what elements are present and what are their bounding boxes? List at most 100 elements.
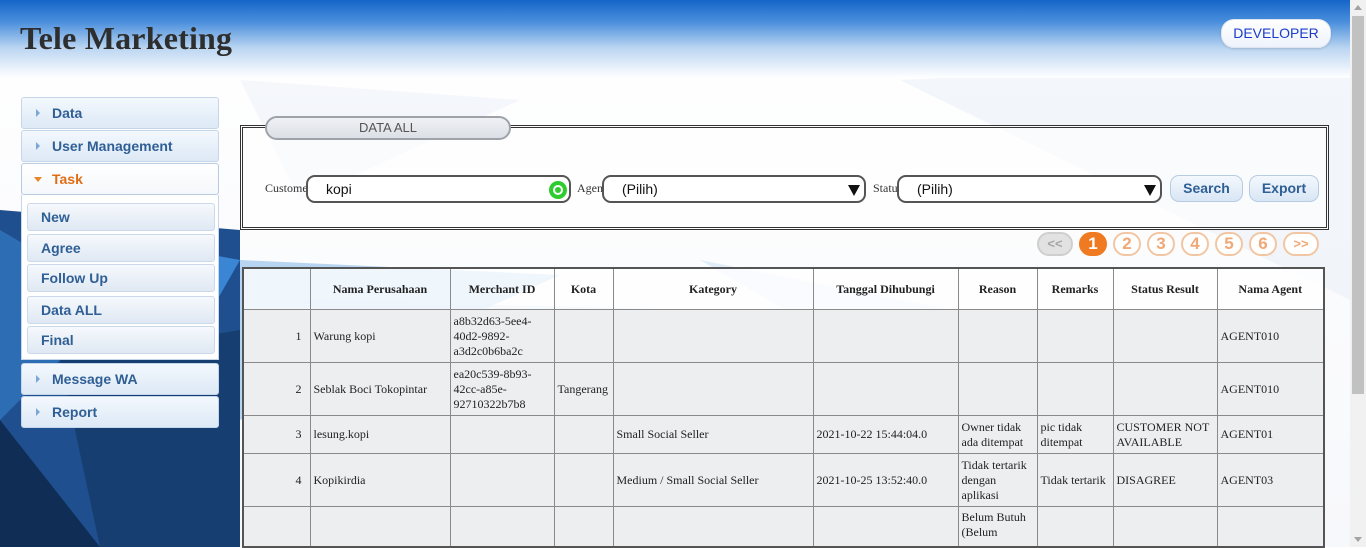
table-cell <box>449 415 555 454</box>
table-row[interactable]: 4 Kopikirdia Medium / Small Social Selle… <box>242 453 1325 507</box>
table-cell <box>1036 506 1114 547</box>
sidebar-item-label: User Management <box>52 138 173 154</box>
table-cell <box>612 309 814 363</box>
customer-label: Customer <box>265 181 308 195</box>
table-cell <box>449 506 555 547</box>
sidebar-item-task[interactable]: Task <box>21 163 219 195</box>
table-cell: AGENT010 <box>1216 362 1325 416</box>
table-cell: lesung.kopi <box>309 415 451 454</box>
table-cell <box>1216 506 1325 547</box>
table-cell: Owner tidak ada ditempat <box>957 415 1038 454</box>
developer-user-button[interactable]: DEVELOPER <box>1221 19 1331 48</box>
table-cell <box>553 415 614 454</box>
column-header-kategory[interactable]: Kategory <box>612 267 814 310</box>
table-cell: pic tidak ditempat <box>1036 415 1114 454</box>
table-cell <box>812 362 959 416</box>
table-cell: 2021-10-22 15:44:04.0 <box>812 415 959 454</box>
table-cell: 4 <box>242 453 311 507</box>
table-cell <box>1036 362 1114 416</box>
table-cell <box>812 506 959 547</box>
agent-select-value: (Pilih) <box>622 181 658 197</box>
search-go-icon[interactable] <box>549 181 567 199</box>
scroll-down-arrow-icon[interactable] <box>1354 537 1362 542</box>
vertical-scrollbar[interactable] <box>1350 0 1366 547</box>
status-label: Status <box>873 181 899 195</box>
chevron-right-icon <box>36 408 40 416</box>
pagination-page-4[interactable]: 4 <box>1181 232 1209 256</box>
sidebar-item-data[interactable]: Data <box>21 97 219 129</box>
column-header-nama-perusahaan[interactable]: Nama Perusahaan <box>309 267 451 310</box>
table-cell <box>1112 309 1218 363</box>
sidebar-item-message-wa[interactable]: Message WA <box>21 363 219 395</box>
submenu-item-label: New <box>41 209 70 225</box>
table-cell <box>242 506 311 547</box>
table-cell: Seblak Boci Tokopintar <box>309 362 451 416</box>
table-cell <box>309 506 451 547</box>
scroll-up-arrow-icon[interactable] <box>1354 5 1362 10</box>
submenu-item-agree[interactable]: Agree <box>27 234 215 262</box>
scrollbar-thumb[interactable] <box>1352 16 1364 394</box>
column-header-reason[interactable]: Reason <box>957 267 1038 310</box>
pagination-page-6[interactable]: 6 <box>1249 232 1277 256</box>
table-cell <box>612 506 814 547</box>
submenu-item-label: Agree <box>41 240 81 256</box>
table-cell <box>449 453 555 507</box>
sidebar-item-label: Message WA <box>52 371 138 387</box>
table-cell: Kopikirdia <box>309 453 451 507</box>
app-title: Tele Marketing <box>20 20 233 56</box>
table-cell <box>553 453 614 507</box>
table-row[interactable]: 2 Seblak Boci Tokopintar ea20c539-8b93-4… <box>242 362 1325 416</box>
submenu-item-data-all[interactable]: Data ALL <box>27 296 215 324</box>
pagination-page-3[interactable]: 3 <box>1147 232 1175 256</box>
data-table: Nama Perusahaan Merchant ID Kota Kategor… <box>242 267 1325 548</box>
search-button[interactable]: Search <box>1170 175 1243 202</box>
sidebar-item-user-management[interactable]: User Management <box>21 130 219 162</box>
submenu-item-follow-up[interactable]: Follow Up <box>27 264 215 292</box>
submenu-item-new[interactable]: New <box>27 203 215 231</box>
submenu-item-label: Follow Up <box>41 270 108 286</box>
table-cell <box>553 309 614 363</box>
column-header-kota[interactable]: Kota <box>553 267 614 310</box>
table-cell <box>1036 309 1114 363</box>
agent-select[interactable]: (Pilih) <box>602 175 866 203</box>
table-row[interactable]: 1 Warung kopi a8b32d63-5ee4-40d2-9892-a3… <box>242 309 1325 363</box>
customer-search-input[interactable]: kopi <box>306 175 571 203</box>
pagination-page-2[interactable]: 2 <box>1113 232 1141 256</box>
table-cell: Tidak tertarik dengan aplikasi <box>957 453 1038 507</box>
table-cell <box>957 309 1038 363</box>
chevron-right-icon <box>36 142 40 150</box>
table-cell: CUSTOMER NOT AVAILABLE <box>1112 415 1218 454</box>
column-header-tanggal-dihubungi[interactable]: Tanggal Dihubungi <box>812 267 959 310</box>
pagination-next-button[interactable]: >> <box>1283 232 1319 256</box>
table-cell: Belum Butuh (Belum <box>957 506 1038 547</box>
column-header-nama-agent[interactable]: Nama Agent <box>1216 267 1325 310</box>
column-header-remarks[interactable]: Remarks <box>1036 267 1114 310</box>
table-header-row: Nama Perusahaan Merchant ID Kota Kategor… <box>242 267 1325 310</box>
table-cell <box>612 362 814 416</box>
table-cell: Warung kopi <box>309 309 451 363</box>
table-cell <box>1112 362 1218 416</box>
export-button[interactable]: Export <box>1249 175 1319 202</box>
table-row[interactable]: 3 lesung.kopi Small Social Seller 2021-1… <box>242 415 1325 454</box>
table-cell: 1 <box>242 309 311 363</box>
chevron-right-icon <box>36 375 40 383</box>
submenu-item-final[interactable]: Final <box>27 326 215 354</box>
column-header-merchant-id[interactable]: Merchant ID <box>449 267 555 310</box>
status-select[interactable]: (Pilih) <box>897 175 1162 203</box>
submenu-item-label: Final <box>41 332 74 348</box>
sidebar-item-label: Report <box>52 404 98 420</box>
table-cell: a8b32d63-5ee4-40d2-9892-a3d2c0b6ba2c <box>449 309 555 363</box>
pagination-prev-button[interactable]: << <box>1037 232 1073 256</box>
sidebar-item-report[interactable]: Report <box>21 396 219 428</box>
table-cell: Tangerang <box>553 362 614 416</box>
status-select-value: (Pilih) <box>917 181 953 197</box>
table-row[interactable]: Belum Butuh (Belum <box>242 506 1325 547</box>
dropdown-arrow-icon <box>1144 185 1156 196</box>
submenu-item-label: Data ALL <box>41 302 102 318</box>
pagination-page-1[interactable]: 1 <box>1079 232 1107 256</box>
pagination-page-5[interactable]: 5 <box>1215 232 1243 256</box>
table-cell <box>553 506 614 547</box>
customer-input-value: kopi <box>326 181 352 197</box>
table-cell: Tidak tertarik <box>1036 453 1114 507</box>
column-header-status-result[interactable]: Status Result <box>1112 267 1218 310</box>
